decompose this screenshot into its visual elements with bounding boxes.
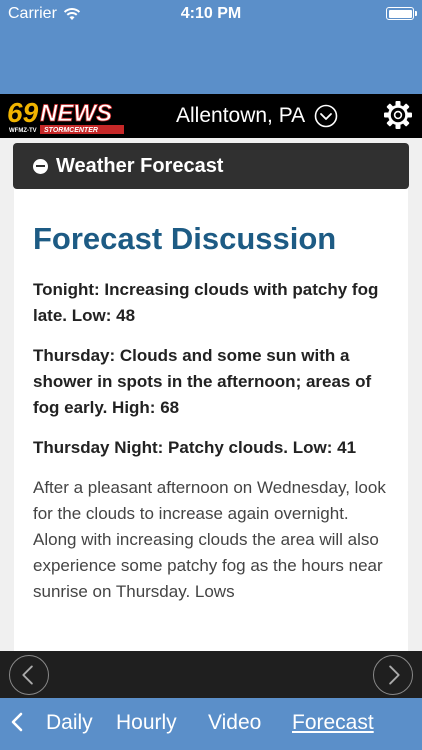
gear-icon[interactable] — [383, 100, 413, 130]
battery-icon — [386, 7, 417, 20]
app-header: 69 NEWS WFMZ-TV STORMCENTER Allentown, P… — [0, 94, 422, 138]
previous-page-button[interactable] — [9, 655, 49, 695]
chevron-down-circle-icon — [314, 104, 338, 128]
forecast-tonight: Tonight: Increasing clouds with patchy f… — [33, 280, 379, 325]
svg-text:WFMZ-TV: WFMZ-TV — [9, 128, 37, 134]
tab-daily[interactable]: Daily — [46, 711, 93, 735]
tab-forecast[interactable]: Forecast — [292, 711, 374, 735]
chevron-left-icon — [22, 665, 33, 685]
section-title: Weather Forecast — [56, 154, 224, 177]
content-area[interactable]: Weather Forecast Forecast Discussion Ton… — [0, 138, 422, 651]
discussion-heading: Forecast Discussion — [33, 221, 337, 256]
top-band — [0, 28, 422, 94]
back-chevron-icon[interactable] — [10, 711, 24, 733]
status-time: 4:10 PM — [180, 5, 242, 22]
discussion-body: After a pleasant afternoon on Wednesday,… — [33, 478, 386, 601]
collapse-icon — [33, 158, 48, 174]
forecast-thursday-night: Thursday Night: Patchy clouds. Low: 41 — [33, 438, 357, 457]
weather-forecast-section-toggle[interactable]: Weather Forecast — [13, 143, 409, 189]
forecast-discussion-panel: Forecast Discussion Tonight: Increasing … — [14, 189, 408, 651]
svg-text:STORMCENTER: STORMCENTER — [44, 127, 98, 134]
next-page-button[interactable] — [373, 655, 413, 695]
status-bar: Carrier 4:10 PM — [0, 0, 422, 28]
svg-text:NEWS: NEWS — [40, 100, 112, 127]
svg-text:69: 69 — [7, 97, 39, 128]
tab-hourly[interactable]: Hourly — [116, 711, 177, 735]
page-nav-strip — [0, 651, 422, 698]
tab-bar: Daily Hourly Video Forecast — [0, 698, 422, 750]
chevron-right-icon — [389, 665, 400, 685]
tab-video[interactable]: Video — [208, 711, 261, 735]
forecast-thursday: Thursday: Clouds and some sun with a sho… — [33, 346, 372, 417]
station-logo[interactable]: 69 NEWS WFMZ-TV STORMCENTER — [4, 96, 126, 136]
location-selector[interactable]: Allentown, PA — [176, 104, 338, 128]
location-label: Allentown, PA — [176, 104, 306, 127]
